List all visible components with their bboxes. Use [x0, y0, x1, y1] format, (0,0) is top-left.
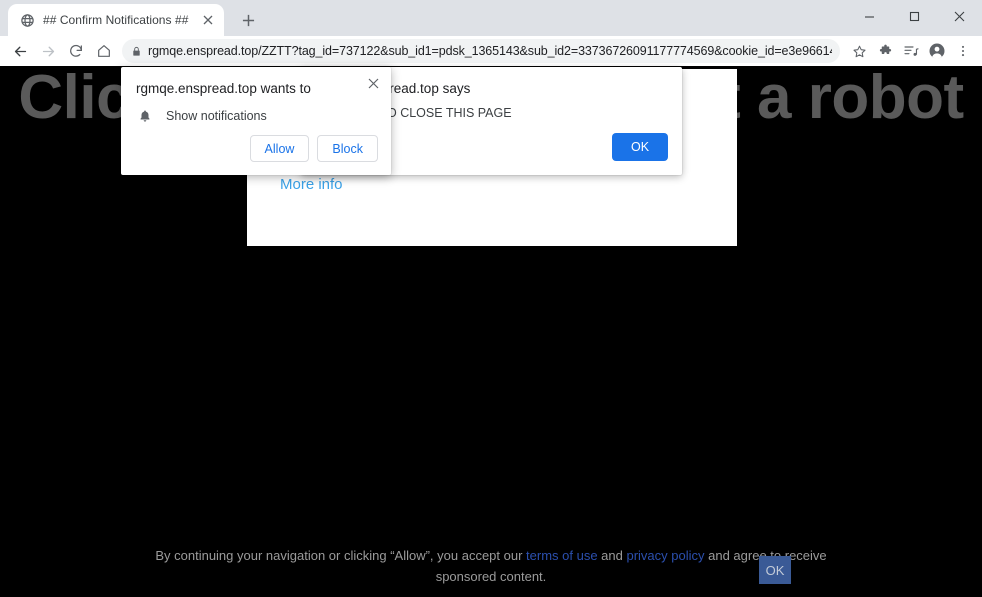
browser-chrome: ## Confirm Notifications ##	[0, 0, 982, 66]
permission-row-label: Show notifications	[166, 109, 267, 123]
reload-icon[interactable]	[62, 37, 90, 65]
close-icon[interactable]	[362, 72, 384, 94]
block-button[interactable]: Block	[317, 135, 378, 162]
profile-avatar-icon[interactable]	[924, 38, 950, 64]
window-controls	[847, 0, 982, 32]
alert-ok-button[interactable]: OK	[612, 133, 668, 161]
permission-dialog-title: rgmqe.enspread.top wants to	[136, 81, 311, 96]
puzzle-icon[interactable]	[872, 38, 898, 64]
close-window-button[interactable]	[937, 0, 982, 32]
navigation-toolbar: rgmqe.enspread.top/ZZTT?tag_id=737122&su…	[0, 36, 982, 66]
maximize-button[interactable]	[892, 0, 937, 32]
tab-close-icon[interactable]	[200, 12, 216, 28]
forward-arrow-icon	[34, 37, 62, 65]
new-tab-button[interactable]	[234, 6, 262, 34]
consent-text-before: By continuing your navigation or clickin…	[155, 548, 526, 563]
consent-text: By continuing your navigation or clickin…	[141, 545, 841, 587]
home-icon[interactable]	[90, 37, 118, 65]
three-dot-menu-icon[interactable]	[950, 38, 976, 64]
address-bar[interactable]: rgmqe.enspread.top/ZZTT?tag_id=737122&su…	[122, 39, 840, 63]
bell-icon	[136, 107, 154, 125]
privacy-policy-link[interactable]: privacy policy	[626, 548, 704, 563]
globe-icon	[19, 12, 35, 28]
media-list-icon[interactable]	[898, 38, 924, 64]
consent-text-mid: and	[598, 548, 627, 563]
terms-of-use-link[interactable]: terms of use	[526, 548, 598, 563]
allow-button[interactable]: Allow	[250, 135, 310, 162]
consent-ok-button[interactable]: OK	[759, 556, 791, 584]
address-bar-url: rgmqe.enspread.top/ZZTT?tag_id=737122&su…	[148, 44, 832, 58]
permission-row: Show notifications	[136, 107, 267, 125]
lock-icon[interactable]	[126, 41, 146, 61]
minimize-button[interactable]	[847, 0, 892, 32]
notification-permission-dialog: rgmqe.enspread.top wants to Show notific…	[121, 67, 391, 175]
consent-banner: By continuing your navigation or clickin…	[0, 545, 982, 587]
permission-actions: Allow Block	[250, 135, 378, 162]
back-arrow-icon[interactable]	[6, 37, 34, 65]
browser-tab[interactable]: ## Confirm Notifications ##	[8, 4, 224, 36]
more-info-link[interactable]: More info	[280, 176, 343, 193]
tab-strip: ## Confirm Notifications ##	[0, 0, 982, 36]
star-icon[interactable]	[846, 38, 872, 64]
tab-title: ## Confirm Notifications ##	[43, 13, 192, 27]
browser-window: ## Confirm Notifications ##	[0, 0, 982, 597]
